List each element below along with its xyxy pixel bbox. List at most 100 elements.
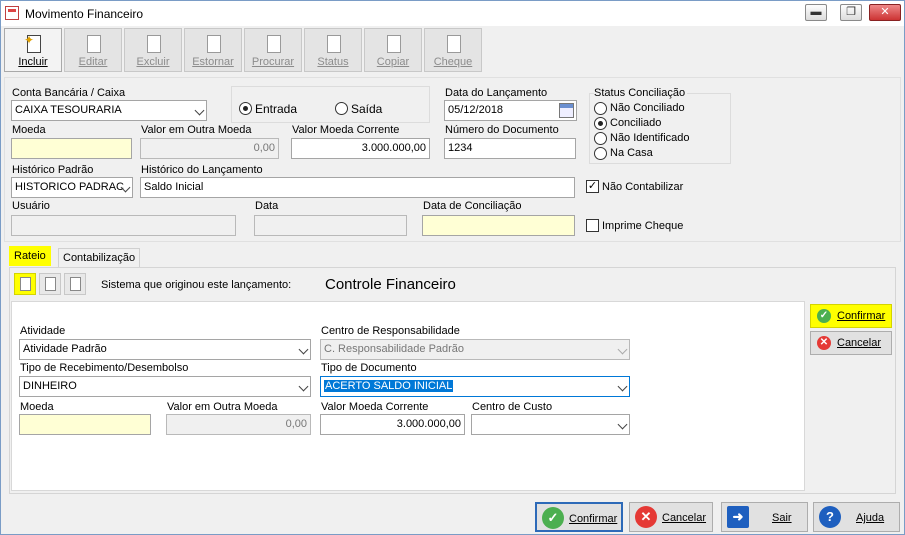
conta-label: Conta Bancária / Caixa <box>12 87 126 99</box>
status-nao-identificado-radio[interactable] <box>594 132 607 145</box>
rateio-valor-outra-field[interactable]: 0,00 <box>166 414 311 435</box>
cheque-button[interactable]: Cheque <box>424 28 482 72</box>
rateio-cancelar-button[interactable]: ✕ Cancelar <box>810 331 892 355</box>
status-button[interactable]: Status <box>304 28 362 72</box>
cancelar-button[interactable]: ✕ Cancelar <box>629 502 713 532</box>
exit-icon: ➜ <box>727 506 749 528</box>
edit-document-icon <box>84 33 104 55</box>
usuario-label: Usuário <box>12 200 50 212</box>
cancel-icon: ✕ <box>635 506 657 528</box>
historico-padrao-select[interactable]: HISTORICO PADRAC <box>11 177 133 198</box>
check-icon: ✓ <box>817 309 831 323</box>
atividade-select[interactable]: Atividade Padrão <box>19 339 311 360</box>
data-conciliacao-label: Data de Conciliação <box>423 200 522 212</box>
main-window: Movimento Financeiro ▬ ❐ ✕ ✦ Incluir Edi… <box>0 0 905 535</box>
saida-label: Saída <box>351 102 383 116</box>
cancel-icon: ✕ <box>817 336 831 350</box>
estornar-button[interactable]: Estornar <box>184 28 242 72</box>
data-lancamento-field[interactable]: 05/12/2018 <box>444 100 577 121</box>
sair-button[interactable]: ➜ Sair <box>721 502 808 532</box>
tipo-recebimento-select[interactable]: DINHEIRO <box>19 376 311 397</box>
status-icon <box>324 33 344 55</box>
editar-label: Editar <box>78 56 108 68</box>
data-field <box>254 215 407 236</box>
valor-outra-moeda-label: Valor em Outra Moeda <box>141 124 252 136</box>
rateio-confirmar-button[interactable]: ✓ Confirmar <box>810 304 892 328</box>
valor-corrente-label: Valor Moeda Corrente <box>292 124 400 136</box>
rateio-moeda-field[interactable] <box>19 414 151 435</box>
status-option-label: Não Identificado <box>610 132 690 144</box>
status-option-label: Conciliado <box>610 117 662 129</box>
procurar-button[interactable]: Procurar <box>244 28 302 72</box>
procurar-label: Procurar <box>251 56 295 68</box>
app-icon <box>5 6 19 20</box>
status-label: Status Conciliação <box>594 87 688 99</box>
estornar-label: Estornar <box>192 56 234 68</box>
status-nao-conciliado-radio[interactable] <box>594 102 607 115</box>
usuario-field <box>11 215 236 236</box>
chevron-down-icon <box>617 419 628 430</box>
data-label: Data <box>255 200 279 212</box>
rateio-add-button[interactable] <box>14 273 36 295</box>
tipo-documento-select[interactable]: ACERTO SALDO INICIAL <box>320 376 630 397</box>
maximize-button[interactable]: ❐ <box>840 4 862 21</box>
chevron-down-icon <box>298 381 309 392</box>
status-option-label: Na Casa <box>610 147 653 159</box>
moeda-label: Moeda <box>12 124 46 136</box>
rateio-moeda-label: Moeda <box>20 401 54 413</box>
rateio-cancelar-label: Cancelar <box>837 337 882 349</box>
tab-contabilizacao[interactable]: Contabilização <box>58 248 141 268</box>
tipo-documento-label: Tipo de Documento <box>321 362 417 374</box>
ajuda-button[interactable]: ? Ajuda <box>813 502 900 532</box>
valor-outra-moeda-field[interactable]: 0,00 <box>140 138 279 159</box>
sair-label: Sair <box>772 512 792 524</box>
editar-button[interactable]: Editar <box>64 28 122 72</box>
incluir-button[interactable]: ✦ Incluir <box>4 28 62 72</box>
calendar-icon[interactable] <box>559 103 574 118</box>
data-conciliacao-field[interactable] <box>422 215 575 236</box>
status-conciliado-radio[interactable] <box>594 117 607 130</box>
imprime-cheque-checkbox[interactable] <box>586 219 599 232</box>
numero-documento-label: Número do Documento <box>445 124 559 136</box>
centro-custo-label: Centro de Custo <box>472 401 553 413</box>
nao-contabilizar-checkbox[interactable]: ✓ <box>586 180 599 193</box>
historico-lancamento-label: Histórico do Lançamento <box>141 164 263 176</box>
confirmar-label: Confirmar <box>569 513 618 525</box>
copiar-button[interactable]: Copiar <box>364 28 422 72</box>
minimize-button[interactable]: ▬ <box>805 4 827 21</box>
centro-custo-select[interactable] <box>471 414 630 435</box>
centro-responsabilidade-select[interactable]: C. Responsabilidade Padrão <box>320 339 630 360</box>
status-label: Status <box>317 56 349 68</box>
rateio-valor-corrente-label: Valor Moeda Corrente <box>321 401 429 413</box>
reverse-icon <box>204 33 224 55</box>
confirmar-button[interactable]: ✓ Confirmar <box>535 502 623 532</box>
historico-lancamento-field[interactable]: Saldo Inicial <box>140 177 575 198</box>
delete-document-icon <box>144 33 164 55</box>
chevron-down-icon <box>298 344 309 355</box>
valor-corrente-field[interactable]: 3.000.000,00 <box>291 138 430 159</box>
status-na-casa-radio[interactable] <box>594 147 607 160</box>
tipo-recebimento-label: Tipo de Recebimento/Desembolso <box>20 362 189 374</box>
historico-padrao-label: Histórico Padrão <box>12 164 94 176</box>
sistema-label: Sistema que originou este lançamento: <box>101 279 292 291</box>
rateio-edit-button[interactable] <box>39 273 61 295</box>
rateio-confirmar-label: Confirmar <box>837 310 886 322</box>
excluir-button[interactable]: Excluir <box>124 28 182 72</box>
tab-rateio[interactable]: Rateio <box>9 246 51 266</box>
cancelar-label: Cancelar <box>662 512 707 524</box>
edit-document-icon <box>45 277 56 291</box>
chevron-down-icon <box>617 381 628 392</box>
rateio-valor-corrente-field[interactable]: 3.000.000,00 <box>320 414 465 435</box>
conta-select[interactable]: CAIXA TESOURARIA <box>11 100 207 121</box>
moeda-field[interactable] <box>11 138 132 159</box>
numero-documento-field[interactable]: 1234 <box>444 138 576 159</box>
saida-radio[interactable] <box>335 102 348 115</box>
cheque-label: Cheque <box>433 56 473 68</box>
close-button[interactable]: ✕ <box>869 4 901 21</box>
centro-responsabilidade-label: Centro de Responsabilidade <box>321 325 460 337</box>
window-title: Movimento Financeiro <box>25 7 144 21</box>
data-lancamento-label: Data do Lançamento <box>445 87 548 99</box>
rateio-delete-button[interactable] <box>64 273 86 295</box>
entrada-radio[interactable] <box>239 102 252 115</box>
rateio-valor-outra-label: Valor em Outra Moeda <box>167 401 278 413</box>
